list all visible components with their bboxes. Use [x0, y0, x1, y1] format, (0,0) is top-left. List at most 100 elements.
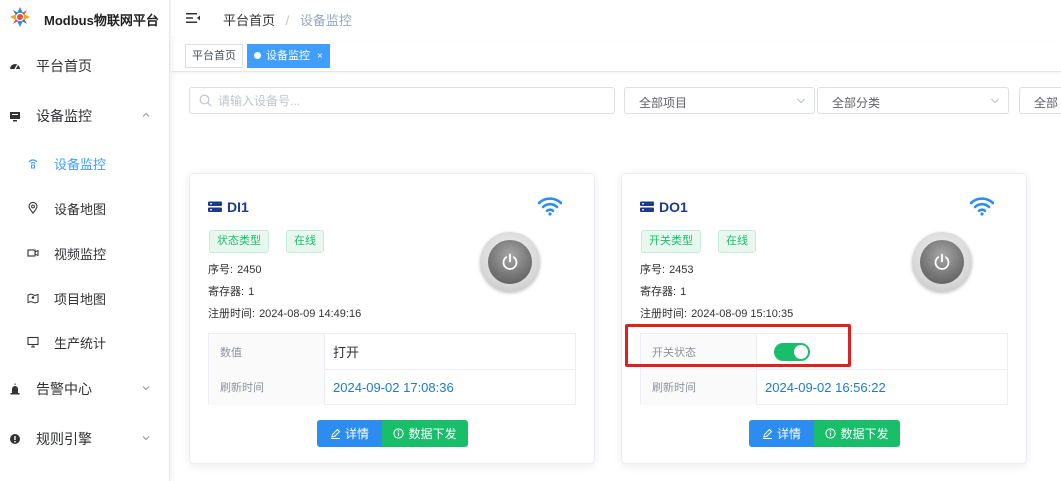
sidebar-subitem-label: 视频监控	[54, 246, 107, 262]
third-select[interactable]: 全部	[1019, 87, 1061, 114]
button-label: 详情	[344, 427, 369, 441]
serial-value: 2453	[669, 264, 694, 276]
reg-time-value: 2024-08-09 14:49:16	[259, 308, 362, 320]
serial-info: 序号: 2450	[208, 261, 262, 277]
reg-time-value: 2024-08-09 15:10:35	[691, 308, 794, 320]
logo[interactable]: Modbus物联网平台	[0, 0, 170, 36]
menu-collapse-icon[interactable]	[186, 11, 200, 25]
sidebar-subitem-device-monitor[interactable]: 设备监控	[0, 143, 170, 183]
sidebar-subitem-project-map[interactable]: 项目地图	[0, 278, 170, 318]
chevron-up-icon	[141, 110, 151, 123]
close-icon[interactable]: ×	[317, 51, 323, 62]
row-value: 打开	[333, 345, 360, 360]
chevron-down-icon	[991, 98, 999, 104]
type-badge: 状态类型	[209, 230, 269, 253]
video-icon	[27, 247, 39, 259]
sidebar-item-device-monitor[interactable]: 设备监控	[0, 96, 170, 136]
app-root: Modbus物联网平台 平台首页 设备监控 设备监控 设备地图 视频监控 项目地…	[0, 0, 1061, 481]
device-title: DO1	[640, 199, 688, 215]
select-value: 全部项目	[639, 96, 688, 110]
monitor-icon	[9, 110, 21, 122]
reg-time-label: 注册时间:	[208, 308, 256, 320]
sidebar-subitem-label: 项目地图	[54, 291, 107, 307]
edit-icon	[762, 428, 773, 439]
power-icon	[502, 253, 518, 270]
type-badge: 开关类型	[641, 230, 701, 253]
search-icon	[199, 94, 212, 107]
status-badge: 在线	[286, 230, 324, 253]
serial-value: 2450	[237, 264, 262, 276]
sidebar-item-label: 平台首页	[36, 58, 92, 74]
button-label: 数据下发	[408, 427, 457, 441]
row-label: 刷新时间	[641, 369, 757, 405]
button-label: 详情	[776, 427, 801, 441]
logo-text: Modbus物联网平台	[44, 13, 159, 28]
tags-view: 平台首页 设备监控 ×	[171, 42, 1061, 72]
broadcast-icon	[27, 157, 39, 169]
search-input[interactable]	[218, 91, 598, 111]
edit-icon	[330, 428, 341, 439]
reg-time-info: 注册时间: 2024-08-09 15:10:35	[640, 305, 793, 321]
chevron-down-icon	[141, 383, 151, 396]
info-circle-icon	[393, 428, 405, 439]
row-label: 数值	[209, 334, 325, 369]
rule-icon	[9, 433, 21, 445]
reg-time-label: 注册时间:	[640, 308, 688, 320]
device-name: DO1	[659, 199, 688, 215]
logo-icon	[10, 7, 30, 27]
detail-button[interactable]: 详情	[317, 420, 382, 447]
wifi-icon	[970, 197, 994, 216]
sidebar-item-home[interactable]: 平台首页	[0, 46, 170, 86]
tag-home[interactable]: 平台首页	[185, 44, 243, 68]
sidebar-subitem-production-stats[interactable]: 生产统计	[0, 322, 170, 362]
sidebar: Modbus物联网平台 平台首页 设备监控 设备监控 设备地图 视频监控 项目地…	[0, 0, 170, 481]
map-icon	[27, 292, 39, 304]
device-title: DI1	[208, 199, 249, 215]
device-card-di1: DI1 状态类型 在线 序号: 2450 寄存器: 1 注册时间: 2024-08-0…	[189, 173, 595, 464]
serial-label: 序号:	[208, 264, 234, 276]
detail-button[interactable]: 详情	[749, 420, 814, 447]
sidebar-item-alarm-center[interactable]: 告警中心	[0, 369, 170, 409]
device-search-box	[189, 87, 615, 114]
status-badge: 在线	[718, 230, 756, 253]
tag-device-monitor[interactable]: 设备监控 ×	[247, 44, 330, 68]
location-icon	[27, 202, 39, 214]
reg-time-info: 注册时间: 2024-08-09 14:49:16	[208, 305, 361, 321]
wifi-icon	[538, 197, 562, 216]
register-value: 1	[680, 286, 687, 298]
send-data-button[interactable]: 数据下发	[814, 420, 900, 447]
server-icon	[640, 201, 654, 212]
top-header: 平台首页 / 设备监控	[171, 0, 1061, 36]
sidebar-item-label: 规则引擎	[36, 431, 92, 447]
sidebar-subitem-device-map[interactable]: 设备地图	[0, 188, 170, 228]
power-icon	[934, 253, 950, 270]
power-button[interactable]	[912, 232, 972, 292]
sidebar-item-rule-engine[interactable]: 规则引擎	[0, 419, 170, 459]
sidebar-subitem-label: 设备地图	[54, 201, 107, 217]
row-label: 刷新时间	[209, 369, 325, 405]
register-label: 寄存器:	[640, 286, 677, 298]
chevron-down-icon	[141, 433, 151, 446]
project-select[interactable]: 全部项目	[624, 87, 815, 114]
dashboard-icon	[9, 60, 21, 72]
table-row: 刷新时间 2024-09-02 16:56:22	[641, 369, 1007, 405]
breadcrumb-item-home[interactable]: 平台首页	[223, 13, 275, 28]
button-label: 数据下发	[840, 427, 889, 441]
category-select[interactable]: 全部分类	[817, 87, 1009, 114]
select-value: 全部分类	[832, 96, 881, 110]
serial-info: 序号: 2453	[640, 261, 694, 277]
device-name: DI1	[227, 199, 249, 215]
alarm-icon	[9, 383, 21, 395]
sidebar-subitem-video-monitor[interactable]: 视频监控	[0, 233, 170, 273]
chevron-down-icon	[797, 98, 805, 104]
register-value: 1	[248, 286, 255, 298]
tag-label: 平台首页	[192, 50, 236, 62]
send-data-button[interactable]: 数据下发	[382, 420, 468, 447]
breadcrumb-separator: /	[285, 13, 290, 28]
refresh-time-value: 2024-09-02 16:56:22	[765, 379, 886, 395]
computer-icon	[27, 336, 39, 348]
power-button[interactable]	[480, 232, 540, 292]
table-row: 刷新时间 2024-09-02 17:08:36	[209, 369, 575, 405]
sidebar-item-label: 告警中心	[36, 381, 92, 397]
select-value: 全部	[1034, 96, 1059, 110]
